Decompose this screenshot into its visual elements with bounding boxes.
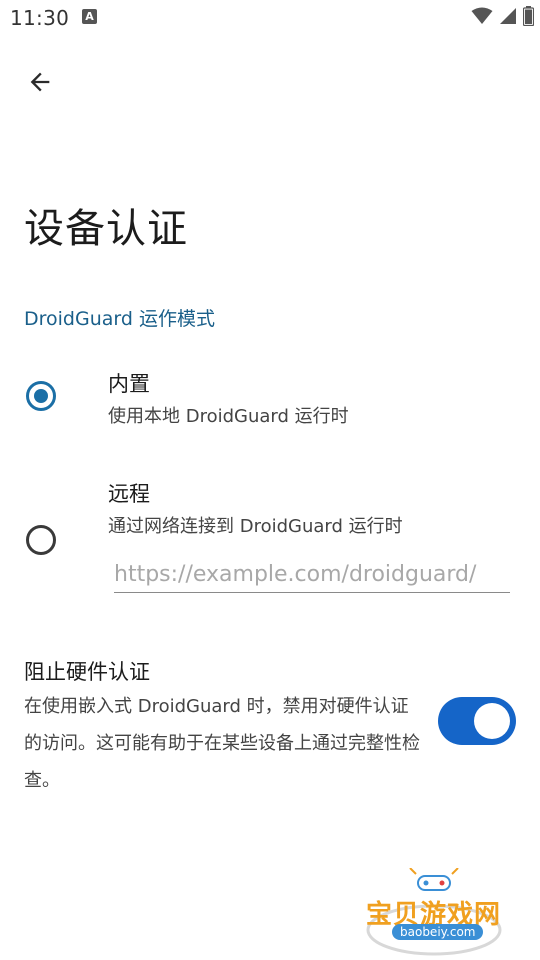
watermark-url: baobeiy.com bbox=[392, 924, 484, 940]
toggle-knob bbox=[474, 703, 510, 739]
option-remote-title: 远程 bbox=[108, 482, 150, 506]
block-attestation-toggle[interactable] bbox=[438, 697, 516, 745]
radio-builtin[interactable] bbox=[26, 381, 56, 411]
status-time: 11:30 bbox=[10, 6, 70, 30]
option-builtin-subtitle: 使用本地 DroidGuard 运行时 bbox=[108, 406, 349, 427]
page-title: 设备认证 bbox=[24, 206, 188, 252]
block-attestation-description: 在使用嵌入式 DroidGuard 时，禁用对硬件认证的访问。这可能有助于在某些… bbox=[24, 696, 420, 791]
section-header: DroidGuard 运作模式 bbox=[24, 308, 215, 330]
status-bar: 11:30 A bbox=[0, 0, 540, 36]
watermark-logo: 宝贝游戏网 baobeiy.com bbox=[362, 868, 512, 956]
back-button[interactable] bbox=[18, 62, 62, 106]
remote-url-input[interactable] bbox=[114, 556, 510, 593]
block-attestation-title: 阻止硬件认证 bbox=[24, 660, 150, 684]
wifi-icon bbox=[471, 7, 493, 29]
status-icons bbox=[471, 6, 535, 30]
notification-icon: A bbox=[82, 9, 97, 24]
radio-remote[interactable] bbox=[26, 525, 56, 555]
arrow-back-icon bbox=[26, 68, 54, 100]
option-remote-subtitle: 通过网络连接到 DroidGuard 运行时 bbox=[108, 516, 403, 537]
cellular-icon bbox=[499, 7, 517, 29]
option-builtin-title: 内置 bbox=[108, 372, 150, 396]
battery-icon bbox=[522, 6, 535, 30]
